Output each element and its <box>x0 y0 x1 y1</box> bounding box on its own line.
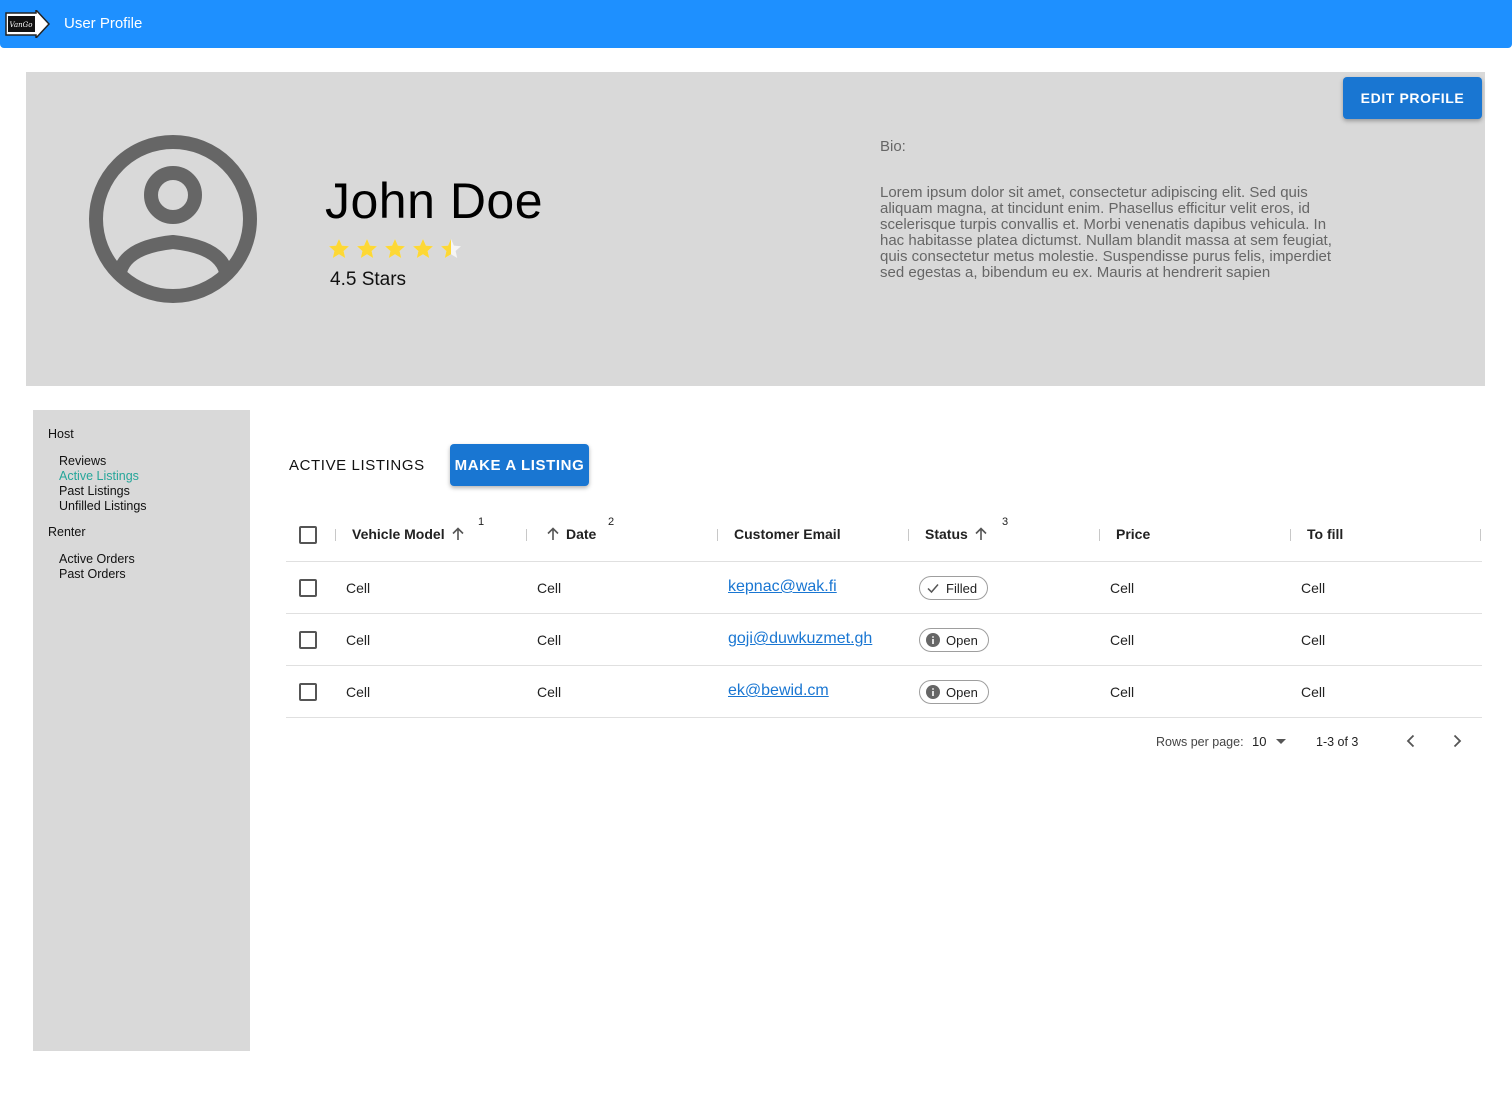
user-name: John Doe <box>325 173 544 229</box>
column-label: Date <box>566 526 597 542</box>
star-icon <box>329 239 349 258</box>
table-row[interactable]: Cell Cell kepnac@wak.fi Filled Cell Cell <box>286 562 1482 614</box>
column-separator <box>1099 529 1100 541</box>
sidebar: Host Reviews Active Listings Past Listin… <box>33 410 250 1051</box>
cell-price: Cell <box>1110 684 1135 700</box>
table-header: Vehicle Model 1 Date 2 Customer Email St… <box>286 508 1482 562</box>
star-icon <box>413 239 433 258</box>
sidebar-item-active-listings[interactable]: Active Listings <box>59 469 139 483</box>
arrow-drop-down-icon <box>1276 738 1287 744</box>
sidebar-item-past-orders[interactable]: Past Orders <box>59 567 126 581</box>
cell-vehicle-model: Cell <box>346 632 371 648</box>
listings-table: Vehicle Model 1 Date 2 Customer Email St… <box>286 508 1482 718</box>
cell-customer-email-link[interactable]: kepnac@wak.fi <box>728 578 837 596</box>
column-separator <box>717 529 718 541</box>
cell-price: Cell <box>1110 632 1135 648</box>
select-all-checkbox[interactable] <box>299 526 317 544</box>
cell-vehicle-model: Cell <box>346 580 371 596</box>
sort-order-badge: 1 <box>478 516 485 528</box>
rows-per-page-label: Rows per page: <box>1156 735 1244 749</box>
rows-per-page-value: 10 <box>1252 734 1267 749</box>
cell-to-fill: Cell <box>1301 632 1326 648</box>
sidebar-item-reviews[interactable]: Reviews <box>59 454 106 468</box>
edit-profile-button[interactable]: EDIT PROFILE <box>1343 77 1482 119</box>
cell-date: Cell <box>537 632 562 648</box>
app-logo[interactable]: VanGo <box>4 10 50 38</box>
arrow-up-icon[interactable] <box>974 527 988 541</box>
info-icon <box>926 685 940 699</box>
column-label: Vehicle Model <box>352 526 445 542</box>
status-chip: Filled <box>919 576 989 600</box>
column-separator <box>908 529 909 541</box>
column-header-price[interactable]: Price <box>1116 526 1150 542</box>
status-chip: Open <box>919 680 989 704</box>
sidebar-section-host: Host <box>48 427 74 441</box>
column-separator <box>1480 529 1481 541</box>
column-header-customer-email[interactable]: Customer Email <box>734 526 841 542</box>
bio-label: Bio: <box>880 138 906 155</box>
chevron-left-icon[interactable] <box>1402 732 1420 750</box>
profile-panel: John Doe 4.5 Stars Bio: Lorem ipsum dolo… <box>26 72 1485 386</box>
column-separator <box>335 529 336 541</box>
cell-customer-email-link[interactable]: goji@duwkuzmet.gh <box>728 630 872 648</box>
cell-date: Cell <box>537 684 562 700</box>
sort-order-badge: 3 <box>1002 516 1009 528</box>
row-checkbox[interactable] <box>299 579 317 597</box>
row-checkbox[interactable] <box>299 631 317 649</box>
column-header-date[interactable]: Date <box>546 526 596 542</box>
sidebar-item-unfilled-listings[interactable]: Unfilled Listings <box>59 499 147 513</box>
row-checkbox[interactable] <box>299 683 317 701</box>
cell-to-fill: Cell <box>1301 684 1326 700</box>
column-label: Price <box>1116 526 1151 542</box>
column-header-vehicle-model[interactable]: Vehicle Model <box>352 526 465 542</box>
table-row[interactable]: Cell Cell goji@duwkuzmet.gh Open Cell Ce… <box>286 614 1482 666</box>
make-listing-button[interactable]: MAKE A LISTING <box>450 444 589 486</box>
pagination-range: 1-3 of 3 <box>1316 735 1359 749</box>
column-label: Customer Email <box>734 526 841 542</box>
svg-text:VanGo: VanGo <box>10 21 33 29</box>
status-chip: Open <box>919 628 989 652</box>
column-label: To fill <box>1307 526 1344 542</box>
check-icon <box>927 584 939 594</box>
column-separator <box>1290 529 1291 541</box>
app-bar: VanGo User Profile <box>0 0 1512 48</box>
column-header-to-fill[interactable]: To fill <box>1307 526 1343 542</box>
cell-customer-email-link[interactable]: ek@bewid.cm <box>728 682 829 700</box>
cell-date: Cell <box>537 580 562 596</box>
table-row[interactable]: Cell Cell ek@bewid.cm Open Cell Cell <box>286 666 1482 718</box>
rating-label: 4.5 Stars <box>330 269 407 290</box>
status-label: Open <box>946 684 978 700</box>
account-circle-icon <box>89 135 257 303</box>
cell-vehicle-model: Cell <box>346 684 371 700</box>
status-label: Open <box>946 632 978 648</box>
star-half-icon <box>441 239 461 258</box>
sidebar-item-past-listings[interactable]: Past Listings <box>59 484 130 498</box>
star-icon <box>385 239 405 258</box>
chevron-right-icon[interactable] <box>1448 732 1466 750</box>
column-label: Status <box>925 526 968 542</box>
column-separator <box>526 529 527 541</box>
star-icon <box>357 239 377 258</box>
cell-price: Cell <box>1110 580 1135 596</box>
column-header-status[interactable]: Status <box>925 526 988 542</box>
sidebar-section-renter: Renter <box>48 525 86 539</box>
bio-text: Lorem ipsum dolor sit amet, consectetur … <box>880 184 1332 281</box>
sort-order-badge: 2 <box>608 516 615 528</box>
arrow-up-icon[interactable] <box>451 527 465 541</box>
listings-title: ACTIVE LISTINGS <box>289 457 425 474</box>
rows-per-page-select[interactable]: 10 <box>1252 734 1290 749</box>
cell-to-fill: Cell <box>1301 580 1326 596</box>
info-icon <box>926 633 940 647</box>
sidebar-item-active-orders[interactable]: Active Orders <box>59 552 135 566</box>
status-label: Filled <box>946 580 978 596</box>
app-title: User Profile <box>64 15 143 32</box>
table-pagination: Rows per page: 10 1-3 of 3 <box>1150 726 1480 756</box>
arrow-up-icon[interactable] <box>546 527 560 541</box>
rating-stars <box>327 237 463 261</box>
